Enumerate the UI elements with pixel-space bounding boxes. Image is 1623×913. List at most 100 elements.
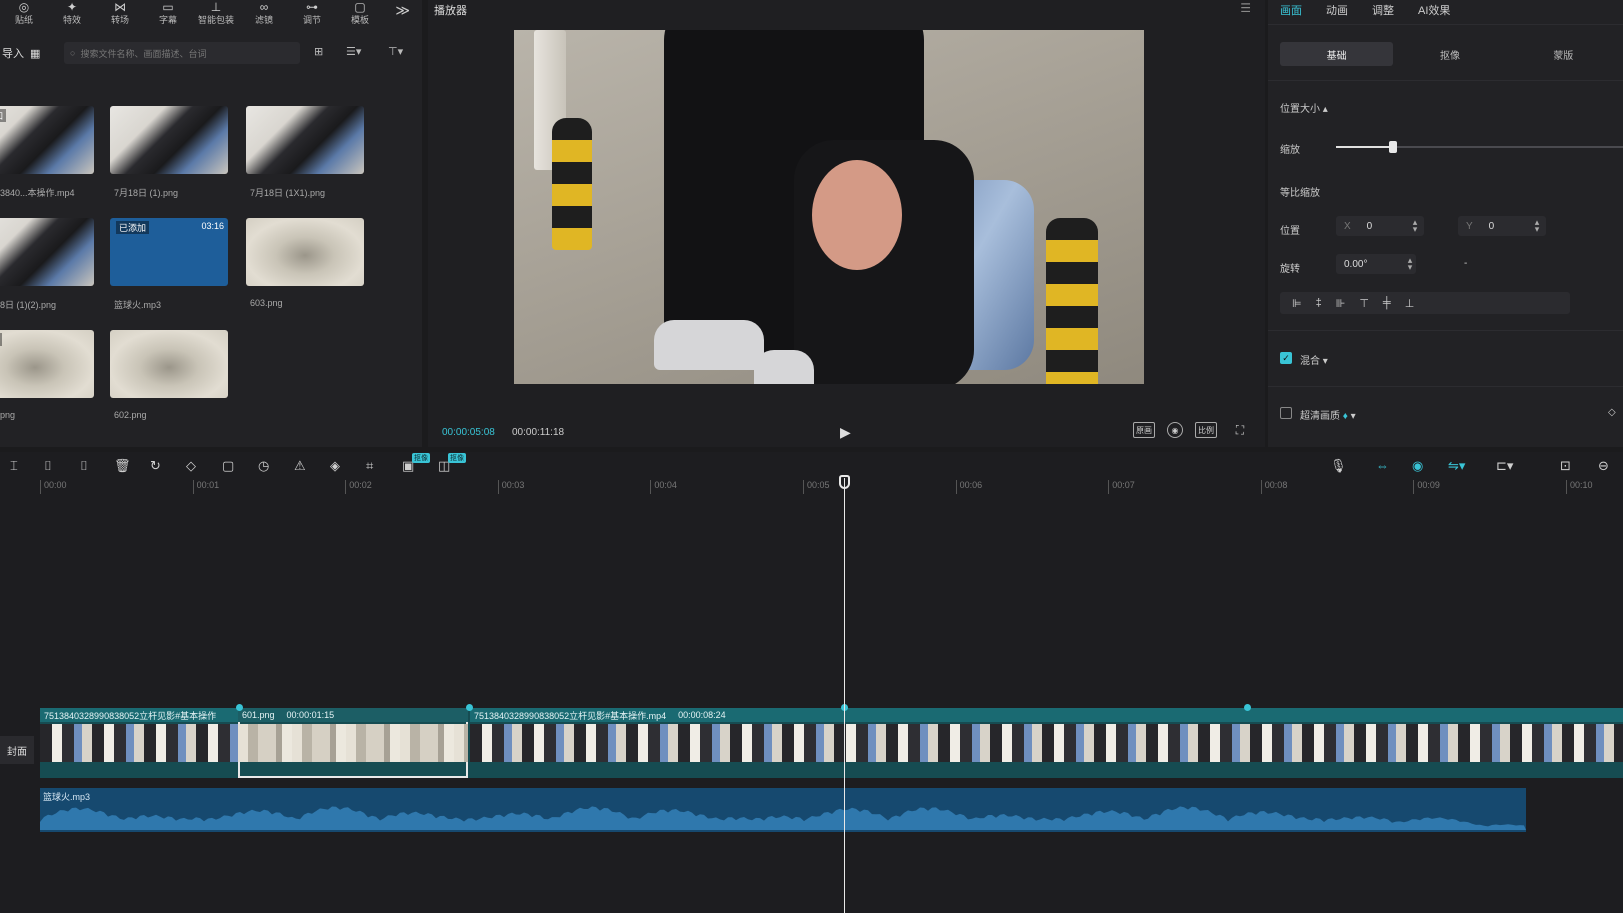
media-panel: ◎ 贴纸 ✦ 特效 ⋈ 转场 ▭ 字幕 ⊥ 智能包装 ∞ 滤镜 ⊶ 调节 ▢ 模板 ≫ 导入 ▦… — [0, 0, 422, 447]
video-clip[interactable]: 7513840328990838052立杆见影#基本操作 — [40, 708, 238, 778]
rotate-stepper-icon[interactable]: ▴ ▾ — [1405, 256, 1415, 272]
tool-filter[interactable]: ∞ 滤镜 — [240, 0, 288, 26]
blend-toggle[interactable]: 混合 ▾ — [1300, 352, 1328, 367]
tab-animation[interactable]: 动画 — [1314, 0, 1360, 22]
media-item-sketch[interactable] — [246, 218, 364, 286]
media-item-image[interactable] — [246, 106, 364, 174]
mirror-icon[interactable]: ⚠ — [294, 458, 306, 474]
tool-template[interactable]: ▢ 模板 — [336, 0, 384, 26]
zoom-out-icon[interactable]: ⊖ — [1598, 458, 1609, 474]
section-divider — [1268, 386, 1623, 387]
split-left-icon[interactable]: ⌷ — [44, 458, 52, 474]
media-item-image[interactable] — [110, 106, 228, 174]
playhead[interactable] — [844, 478, 845, 913]
scale-slider[interactable] — [1336, 141, 1623, 153]
microphone-icon[interactable]: 🎙 — [1330, 458, 1347, 474]
blend-label: 混合 — [1300, 356, 1320, 367]
align-right-icon[interactable]: ⊪ — [1336, 297, 1346, 310]
tab-ai-effects[interactable]: AI效果 — [1406, 0, 1462, 22]
preview-axis-icon[interactable]: ⊏▾ — [1496, 458, 1513, 474]
playhead-handle[interactable] — [839, 475, 850, 489]
sub-tabs: 基础 抠像 蒙版 — [1280, 42, 1620, 66]
copy-icon[interactable]: ▢ — [222, 458, 234, 474]
position-x-stepper-icon[interactable]: ▴ ▾ — [1410, 218, 1420, 234]
tab-adjust[interactable]: 调整 — [1360, 0, 1406, 22]
sort-icon[interactable]: ☰▾ — [346, 45, 361, 58]
delete-icon[interactable]: 🗑 — [114, 458, 131, 474]
ratio-button[interactable]: 比例 — [1195, 422, 1217, 438]
rotate-icon[interactable]: ◈ — [330, 458, 340, 474]
position-y-stepper-icon[interactable]: ▴ ▾ — [1532, 218, 1542, 234]
freeze-icon[interactable]: ↻ — [150, 458, 161, 474]
import-button[interactable]: 导入 ▦ — [0, 42, 52, 64]
tool-transition[interactable]: ⋈ 转场 — [96, 0, 144, 26]
section-position-size[interactable]: 位置大小 ▴ — [1280, 100, 1328, 115]
menu-icon[interactable]: ☰ — [1240, 1, 1251, 15]
ruler-tick: 00:03 — [497, 480, 524, 494]
media-caption: 7月18日 (1X1).png — [250, 188, 326, 198]
time-ruler[interactable]: 00:00 00:01 00:02 00:03 00:04 00:05 00:06 00:07… — [0, 480, 1623, 494]
blend-checkbox[interactable]: ✓ — [1280, 352, 1292, 364]
super-canvas-toggle[interactable]: 超清画质 ♦ ▾ — [1300, 407, 1356, 422]
tool-label: 字幕 — [158, 15, 177, 25]
tool-sticker[interactable]: ◎ 贴纸 — [0, 0, 48, 26]
align-center-v-icon[interactable]: ╪ — [1383, 297, 1391, 309]
original-quality-button[interactable]: 原画 — [1133, 422, 1155, 438]
media-item-video[interactable]: 添加 — [0, 106, 94, 174]
added-badge: 添加 — [0, 333, 3, 346]
diamond-icon: ♦ — [1342, 411, 1348, 422]
video-track: 7513840328990838052立杆见影#基本操作 601.png 00:0… — [40, 704, 1623, 778]
video-preview[interactable] — [514, 30, 1144, 384]
more-tools-icon[interactable]: ≫ — [395, 2, 410, 19]
search-input[interactable]: ○ 搜索文件名称、画面描述、台词 — [64, 42, 300, 64]
align-left-icon[interactable]: ⊫ — [1292, 297, 1302, 310]
media-item-sketch[interactable]: 添加 — [0, 330, 94, 398]
tab-picture[interactable]: 画面 — [1268, 0, 1314, 22]
subtab-cutout[interactable]: 抠像 — [1393, 42, 1506, 66]
snap-icon[interactable]: ◉ — [1412, 458, 1423, 474]
split-right-icon[interactable]: ⌷ — [80, 458, 88, 474]
keyframe-marker[interactable] — [1244, 704, 1251, 711]
tool-label: 滤镜 — [254, 15, 273, 25]
rotate-field[interactable]: 0.00° — [1336, 254, 1416, 274]
audio-clip[interactable]: 篮球火.mp3 — [40, 788, 1526, 832]
image-clip-selected[interactable]: 601.png 00:00:01:15 — [238, 708, 468, 778]
clip-duration: 00:00:01:15 — [286, 710, 335, 720]
screenshot-icon[interactable]: ◉ — [1167, 422, 1183, 438]
cover-button[interactable]: 封面 — [0, 736, 34, 764]
subtab-mask[interactable]: 蒙版 — [1507, 42, 1620, 66]
timeline-panel: ⌶ ⌷ ⌷ 🗑 ↻ ◇ ▢ ◷ ⚠ ◈ ⌗ ▣ 抠像 ◫ 抠像 🎙 ⇔ ◉ ⇋▾… — [0, 452, 1623, 913]
fit-icon[interactable]: ⊡ — [1560, 458, 1571, 474]
subtab-basic[interactable]: 基础 — [1280, 42, 1394, 66]
align-bottom-icon[interactable]: ⊥ — [1405, 297, 1415, 310]
video-clip[interactable]: 7513840328990838052立杆见影#基本操作.mp4 00:00:08… — [470, 708, 1623, 778]
keyframe-marker[interactable] — [236, 704, 243, 711]
align-center-h-icon[interactable]: ‡ — [1316, 297, 1322, 309]
media-item-audio[interactable]: 已添加 03:16 — [110, 218, 228, 286]
player-controls: 原画 ◉ 比例 ⛶ — [1133, 422, 1251, 438]
media-item-sketch[interactable] — [110, 330, 228, 398]
tool-adjust[interactable]: ⊶ 调节 — [288, 0, 336, 26]
tool-label: 转场 — [110, 15, 129, 25]
rotate-flip-button[interactable]: - — [1464, 258, 1467, 269]
reset-icon[interactable]: ◇ — [1608, 407, 1616, 418]
play-icon[interactable]: ▶ — [840, 424, 851, 441]
linkage-icon[interactable]: ⇋▾ — [1448, 458, 1465, 474]
ruler-tick: 00:09 — [1413, 480, 1440, 494]
view-grid-icon[interactable]: ⊞ — [314, 45, 323, 58]
media-item-image[interactable] — [0, 218, 94, 286]
tool-effects[interactable]: ✦ 特效 — [48, 0, 96, 26]
tool-subtitle[interactable]: ▭ 字幕 — [144, 0, 192, 26]
reverse-icon[interactable]: ◷ — [258, 458, 269, 474]
scale-slider-knob[interactable] — [1389, 141, 1398, 153]
fullscreen-icon[interactable]: ⛶ — [1229, 422, 1251, 438]
tool-smart-pack[interactable]: ⊥ 智能包装 — [192, 0, 240, 26]
select-icon[interactable]: ⌶ — [10, 458, 18, 474]
link-main-track-icon[interactable]: ⇔ — [1376, 458, 1389, 473]
keyframe-marker[interactable] — [466, 704, 473, 711]
align-top-icon[interactable]: ⊤ — [1359, 297, 1369, 310]
mark-icon[interactable]: ◇ — [186, 458, 196, 474]
filter-sort-icon[interactable]: ⊤▾ — [388, 45, 403, 58]
crop-icon[interactable]: ⌗ — [366, 458, 373, 474]
super-canvas-checkbox[interactable] — [1280, 407, 1292, 419]
